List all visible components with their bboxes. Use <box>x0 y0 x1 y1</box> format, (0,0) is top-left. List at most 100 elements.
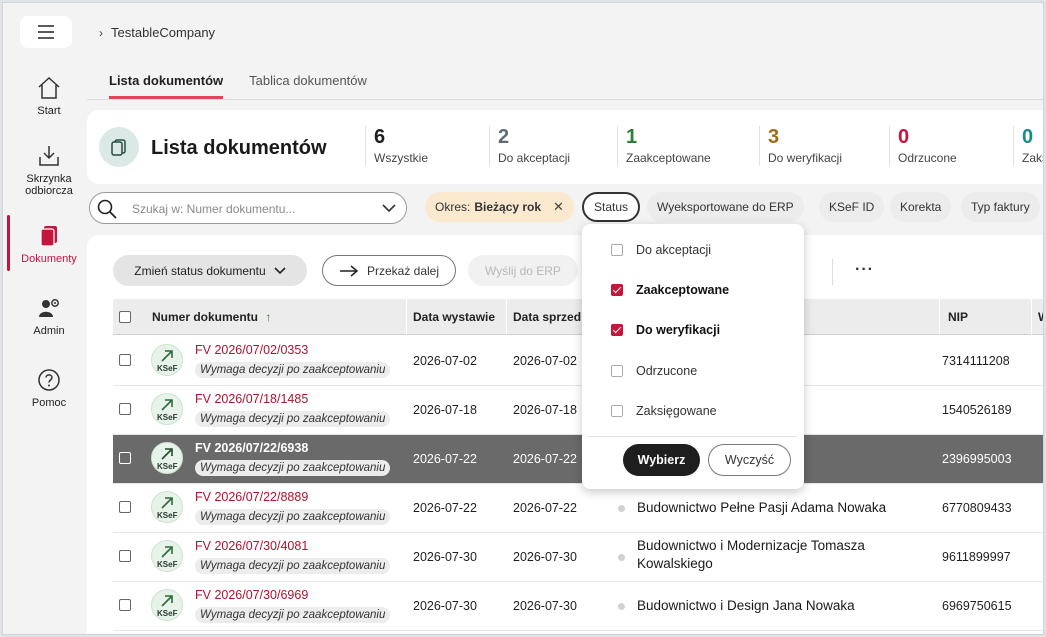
checkbox[interactable] <box>611 365 623 377</box>
sale-date: 2026-07-30 <box>513 599 577 613</box>
status-dropdown: Do akceptacji Zaakceptowane Do weryfikacji… <box>582 224 804 489</box>
document-number-link[interactable]: FV 2026/07/30/6969 <box>195 588 308 602</box>
stat-0[interactable]: 6 Wszystkie <box>365 126 428 166</box>
stat-3[interactable]: 3 Do weryfikacji <box>759 126 842 166</box>
sort-ascending-icon[interactable]: ↑ <box>265 310 271 324</box>
app-window: Start Skrzynka odbiorcza Dokumenty Admin… <box>2 2 1044 635</box>
column-header-issue-date[interactable]: Data wystawie <box>413 310 495 324</box>
tab-document-list[interactable]: Lista dokumentów <box>109 73 224 99</box>
column-header-w[interactable]: W <box>1038 310 1043 324</box>
search-input[interactable]: Szukaj w: Numer dokumentu... <box>89 192 407 224</box>
table-row[interactable]: KSeF FV 2026/07/22/6938 Wymaga decyzji po … <box>113 435 1043 484</box>
ksef-badge: KSeF <box>151 442 183 474</box>
stat-5[interactable]: 0 Zaks <box>1013 126 1043 166</box>
breadcrumb: › TestableCompany <box>99 25 215 40</box>
table-row[interactable]: KSeF FV 2026/07/02/0353 Wymaga decyzji po … <box>113 337 1043 386</box>
stat-count: 6 <box>374 126 386 148</box>
document-number-link[interactable]: FV 2026/07/22/6938 <box>195 441 308 455</box>
checkbox[interactable] <box>611 284 623 296</box>
change-status-button[interactable]: Zmień status dokumentu <box>113 255 307 286</box>
status-option[interactable]: Zaakceptowane <box>611 283 729 297</box>
status-option[interactable]: Odrzucone <box>611 364 697 378</box>
row-checkbox[interactable] <box>119 452 131 464</box>
column-separator <box>1031 299 1032 335</box>
stat-count: 3 <box>768 126 780 148</box>
documents-icon <box>40 226 57 247</box>
stat-1[interactable]: 2 Do akceptacji <box>489 126 570 166</box>
arrow-up-right-icon <box>161 350 173 362</box>
correction-filter-chip[interactable]: Korekta <box>890 192 952 222</box>
divider <box>832 259 833 285</box>
row-checkbox[interactable] <box>119 550 131 562</box>
select-all-checkbox[interactable] <box>119 311 131 323</box>
checkbox[interactable] <box>611 324 623 336</box>
apply-button[interactable]: Wybierz <box>623 444 700 476</box>
issue-date: 2026-07-30 <box>413 550 477 564</box>
row-checkbox[interactable] <box>119 403 131 415</box>
sale-date: 2026-07-22 <box>513 501 577 515</box>
row-checkbox[interactable] <box>119 599 131 611</box>
status-filter-chip[interactable]: Status <box>582 192 641 222</box>
column-header-nip[interactable]: NIP <box>948 310 968 324</box>
sidebar-item-start[interactable]: Start <box>3 75 95 117</box>
inbox-download-icon <box>39 146 59 166</box>
column-header-sale-date[interactable]: Data sprzed <box>513 310 581 324</box>
row-checkbox[interactable] <box>119 354 131 366</box>
status-option[interactable]: Do weryfikacji <box>611 323 720 337</box>
send-to-erp-button[interactable]: Wyślij do ERP <box>468 255 578 286</box>
issue-date: 2026-07-22 <box>413 452 477 466</box>
breadcrumb-company[interactable]: TestableCompany <box>111 25 215 40</box>
sidebar-item-label: Skrzynka odbiorcza <box>25 173 73 197</box>
menu-button[interactable] <box>20 16 72 48</box>
sale-date: 2026-07-30 <box>513 550 577 564</box>
nip: 6969750615 <box>942 599 1012 613</box>
sidebar-item-documents[interactable]: Dokumenty <box>3 223 95 265</box>
stat-2[interactable]: 1 Zaakceptowane <box>617 126 711 166</box>
document-number-link[interactable]: FV 2026/07/22/8889 <box>195 490 308 504</box>
sale-date: 2026-07-18 <box>513 403 577 417</box>
checkbox[interactable] <box>611 405 623 417</box>
erp-export-filter-chip[interactable]: Wyeksportowane do ERP <box>647 192 804 222</box>
sidebar-item-admin[interactable]: Admin <box>3 295 95 337</box>
document-number-link[interactable]: FV 2026/07/30/4081 <box>195 539 308 553</box>
hamburger-icon <box>38 25 54 39</box>
invoice-type-filter-chip[interactable]: Typ faktury <box>961 192 1040 222</box>
document-number-link[interactable]: FV 2026/07/02/0353 <box>195 343 308 357</box>
ksef-badge: KSeF <box>151 491 183 523</box>
tab-document-board[interactable]: Tablica dokumentów <box>249 73 367 99</box>
stat-count: 0 <box>1022 126 1034 148</box>
status-option[interactable]: Zaksięgowane <box>611 404 717 418</box>
stat-label: Zaks <box>1022 151 1043 165</box>
ksef-id-filter-chip[interactable]: KSeF ID <box>819 192 885 222</box>
document-number-link[interactable]: FV 2026/07/18/1485 <box>195 392 308 406</box>
ksef-label: KSeF <box>157 609 178 618</box>
table-row[interactable]: KSeF FV 2026/07/22/8889 Wymaga decyzji po … <box>113 484 1043 533</box>
column-separator <box>506 299 507 335</box>
status-tag: Wymaga decyzji po zaakceptowaniu <box>195 362 391 378</box>
ksef-label: KSeF <box>157 413 178 422</box>
checkbox[interactable] <box>611 244 623 256</box>
sidebar-item-inbox[interactable]: Skrzynka odbiorcza <box>3 143 95 197</box>
sidebar-item-help[interactable]: Pomoc <box>3 367 95 409</box>
search-placeholder: Szukaj w: Numer dokumentu... <box>132 202 296 216</box>
table-row[interactable]: KSeF FV 2026/07/30/4081 Wymaga decyzji po … <box>113 533 1043 582</box>
period-label: Okres: <box>435 200 471 214</box>
chevron-down-icon <box>274 266 286 274</box>
table-row[interactable]: KSeF FV 2026/07/18/1485 Wymaga decyzji po … <box>113 386 1043 435</box>
clear-button[interactable]: Wyczyść <box>708 444 791 476</box>
ksef-label: KSeF <box>157 462 178 471</box>
chevron-down-icon[interactable] <box>382 202 396 214</box>
more-actions-button[interactable]: ··· <box>855 261 874 279</box>
column-header-document-number[interactable]: Numer dokumentu ↑ <box>152 310 271 324</box>
nip: 7314111208 <box>942 354 1010 368</box>
close-icon[interactable]: ✕ <box>553 199 564 215</box>
company-name: Budownictwo i Design Jana Nowaka <box>637 598 855 613</box>
table-row[interactable]: KSeF FV 2026/07/30/6969 Wymaga decyzji po … <box>113 582 1043 631</box>
stat-4[interactable]: 0 Odrzucone <box>889 126 957 166</box>
row-checkbox[interactable] <box>119 501 131 513</box>
sale-date: 2026-07-02 <box>513 354 577 368</box>
stat-label: Do akceptacji <box>498 151 571 165</box>
status-option[interactable]: Do akceptacji <box>611 243 711 257</box>
forward-button[interactable]: Przekaż dalej <box>322 255 456 286</box>
period-filter-chip[interactable]: Okres: Bieżący rok ✕ <box>425 192 574 222</box>
